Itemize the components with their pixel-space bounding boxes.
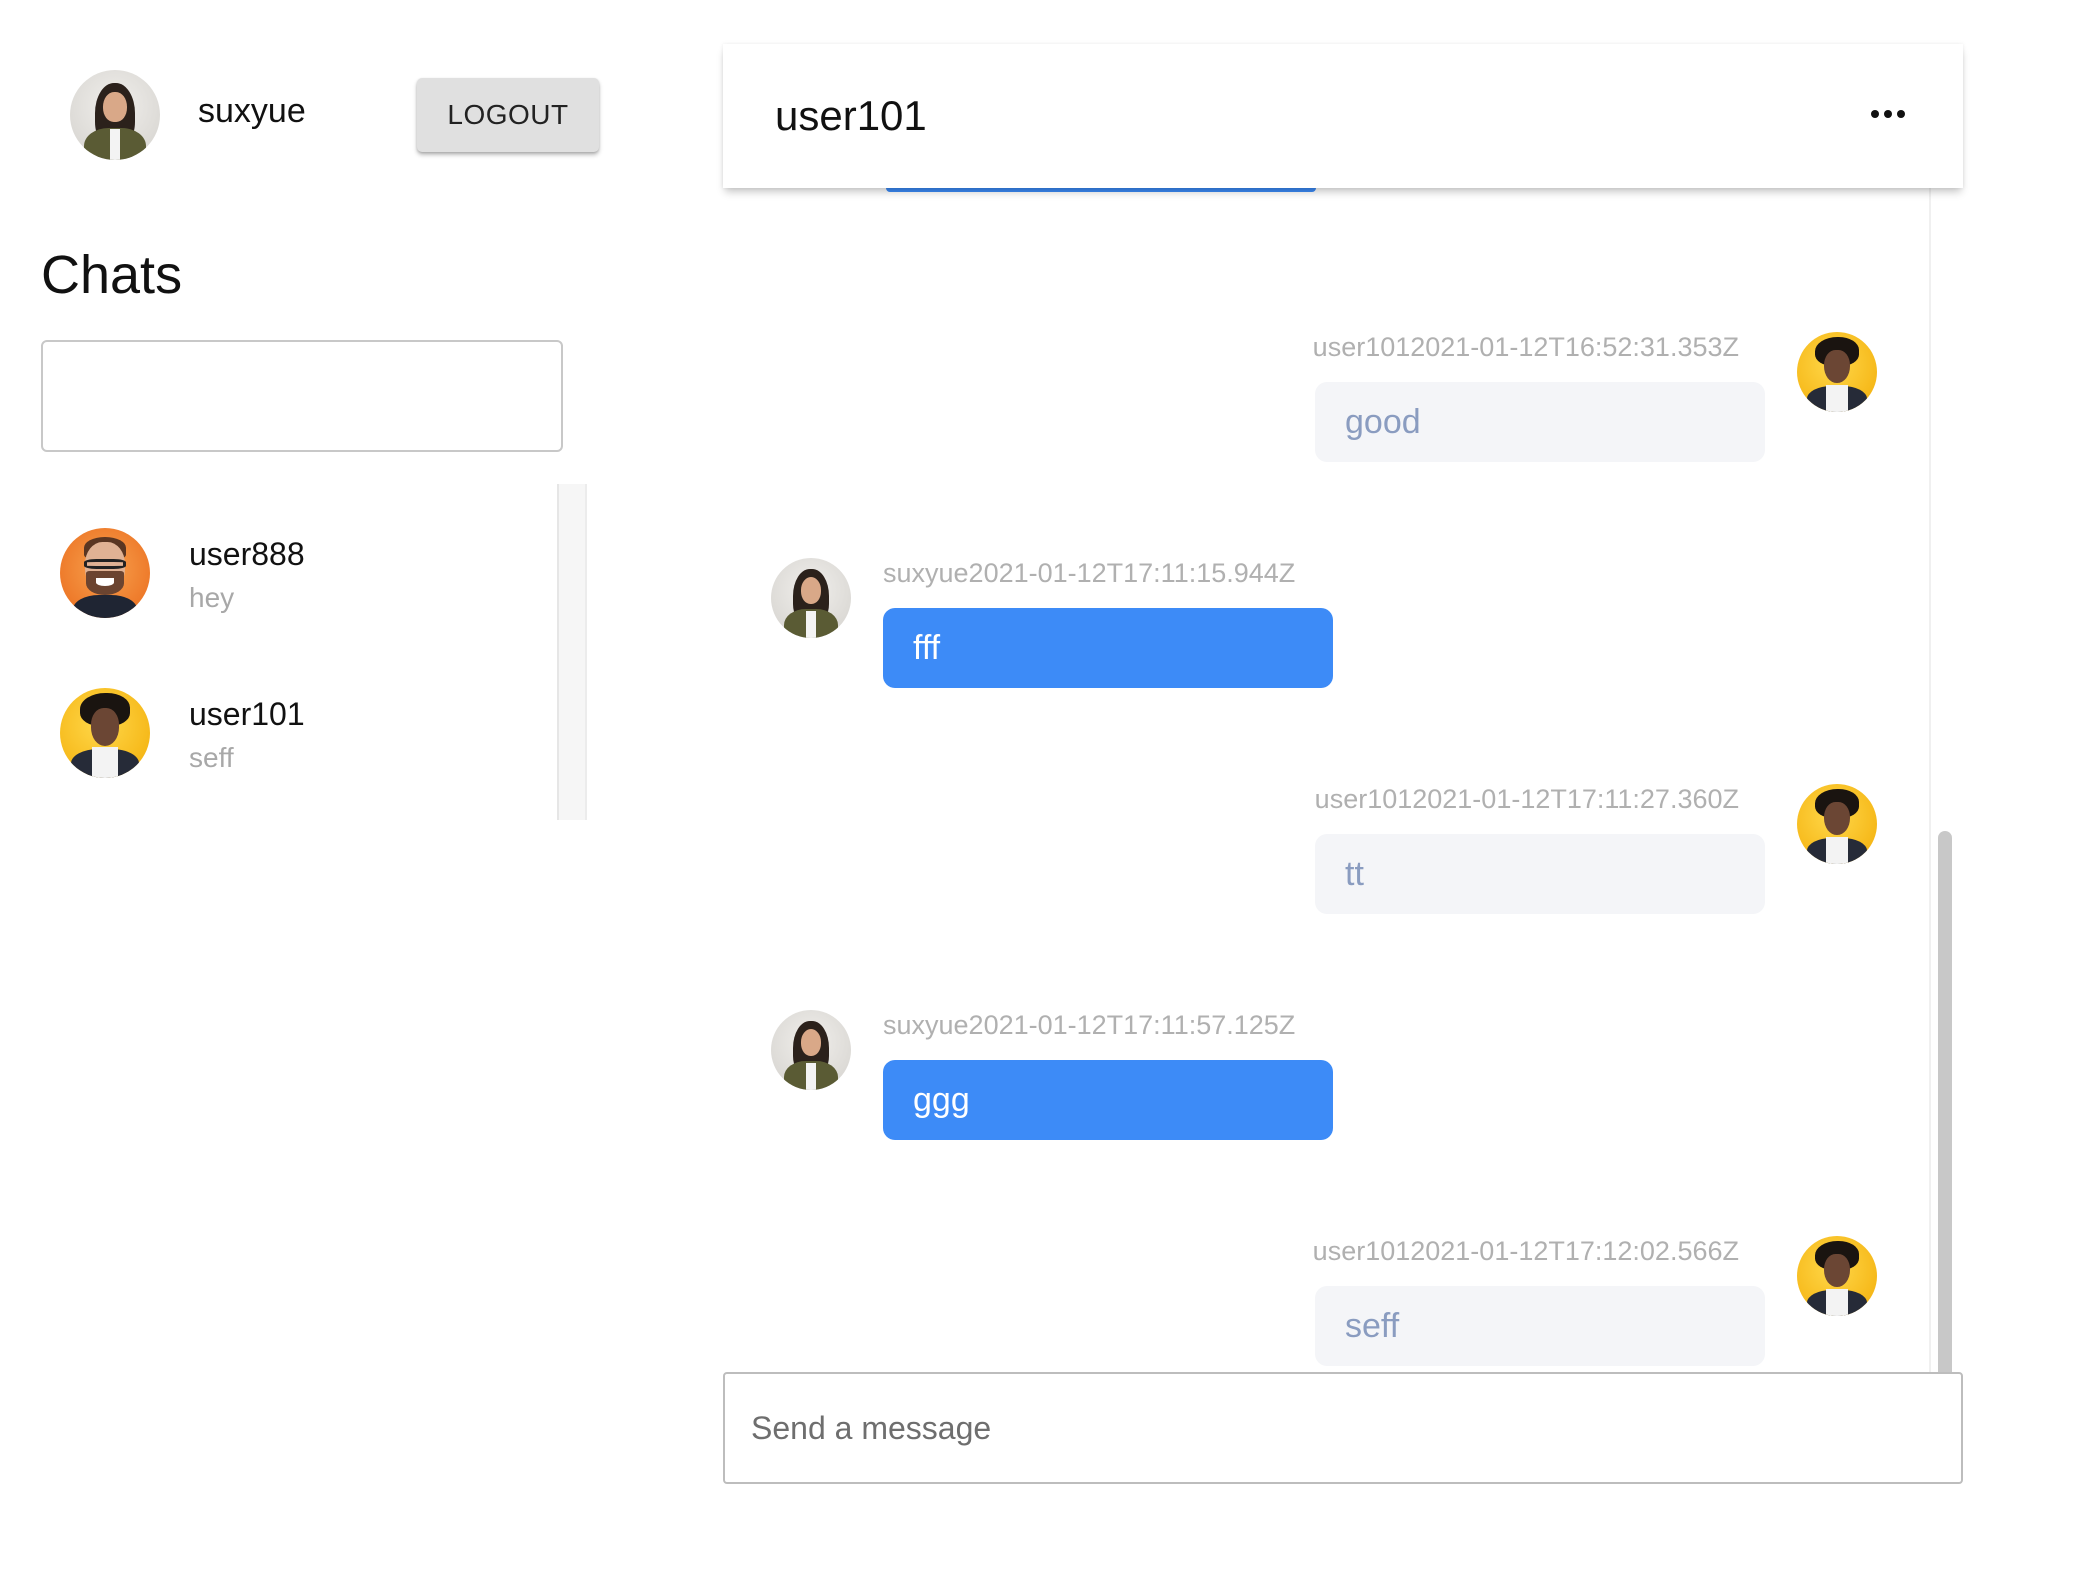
user101-avatar-icon [1797,332,1877,412]
chat-item-name: user888 [189,536,305,572]
user101-avatar-icon [60,688,150,778]
logout-button[interactable]: LOGOUT [417,78,599,152]
message-meta: suxyue2021-01-12T17:11:57.125Z [883,1010,1296,1040]
chat-item-preview: seff [189,742,234,773]
message-bubble: tt [1315,834,1765,914]
user-avatar-icon [771,1010,851,1090]
message-list: user1012021-01-12T16:52:31.353Z good sux… [723,188,1929,1416]
user101-avatar-icon [1797,784,1877,864]
chat-list: user888 hey user101 seff [41,484,587,820]
chat-item-preview: hey [189,582,235,613]
sidebar: suxyue LOGOUT Chats user888 hey user101 … [0,0,720,1572]
chat-list-scrollbar[interactable] [557,484,587,820]
message-meta: user1012021-01-12T16:52:31.353Z [1312,332,1739,362]
user101-avatar-icon [1797,1236,1877,1316]
message-list-scrollbar-thumb[interactable] [1938,831,1952,1411]
message-meta: suxyue2021-01-12T17:11:15.944Z [883,558,1296,588]
chat-list-item-user101[interactable]: user101 seff [41,644,561,778]
message-bubble: seff [1315,1286,1765,1366]
chat-title: user101 [775,92,927,139]
user-avatar-icon [771,558,851,638]
chat-item-name: user101 [189,696,305,732]
chats-heading: Chats [41,245,183,305]
user-avatar-icon [70,70,160,160]
chat-list-item-user888[interactable]: user888 hey [41,484,561,618]
message-bubble-partial [886,188,1316,192]
profile-username: suxyue [198,92,306,130]
message-input[interactable] [723,1372,1963,1484]
message-bubble: fff [883,608,1333,688]
chat-panel: user101 user1012021-01-12T16:52:31.353Z … [723,44,1963,1504]
message-bubble: ggg [883,1060,1333,1140]
message-bubble: good [1315,382,1765,462]
chat-search-input[interactable] [41,340,563,452]
message-meta: user1012021-01-12T17:12:02.566Z [1312,1236,1739,1266]
message-meta: user1012021-01-12T17:11:27.360Z [1314,784,1739,814]
chat-header: user101 [723,44,1963,188]
user888-avatar-icon [60,528,150,618]
more-horizontal-icon[interactable] [1863,94,1913,134]
